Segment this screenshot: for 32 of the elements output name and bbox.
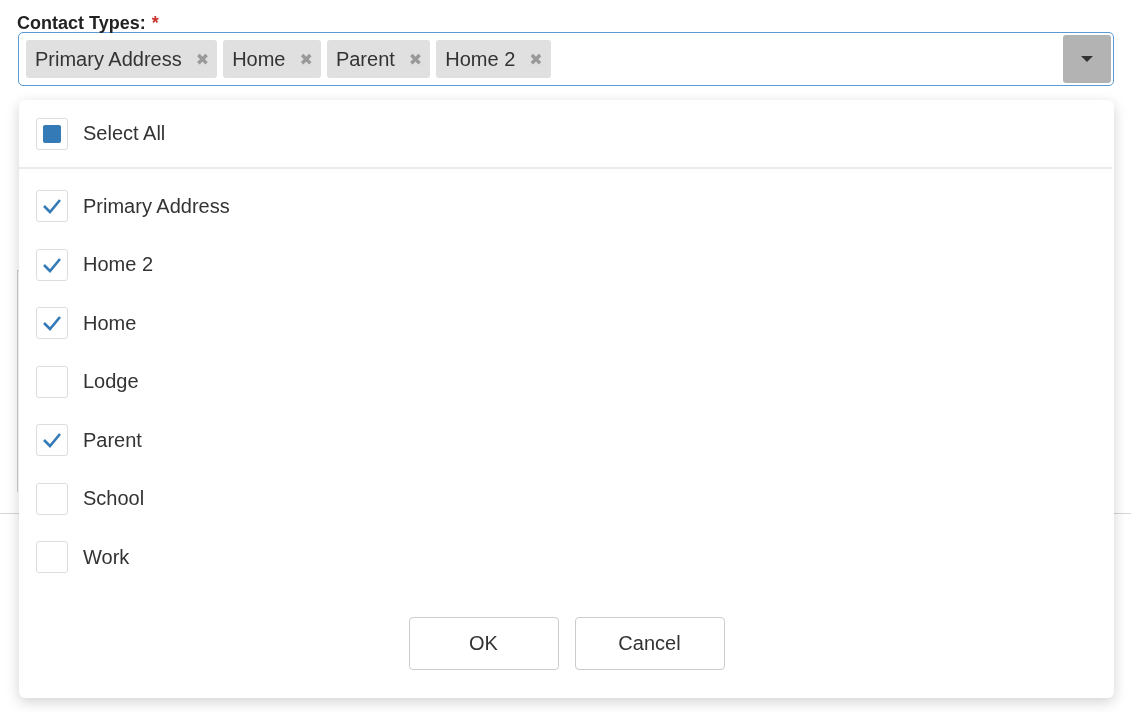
checkbox[interactable] [36,482,68,515]
option-label[interactable]: Primary Address [83,194,230,218]
checkbox[interactable] [36,117,68,150]
dropdown-toggle-button[interactable] [1063,35,1111,83]
tag-label: Parent [335,47,395,71]
cancel-button[interactable]: Cancel [574,616,725,670]
option-label[interactable]: Home [83,311,137,335]
checkbox[interactable] [36,307,68,340]
option-label[interactable]: School [83,487,145,511]
checkbox[interactable] [36,248,68,281]
checkbox[interactable] [36,424,68,457]
checkmark-icon [42,432,62,449]
checkbox[interactable] [36,365,68,398]
checkmark-icon [42,256,62,273]
option-label[interactable]: Parent [83,428,142,452]
option-label[interactable]: Home 2 [83,253,154,277]
option-label[interactable]: Lodge [83,370,139,394]
field-label: Contact Types: * [17,12,160,32]
checkmark-icon [42,315,62,332]
checkbox[interactable] [36,541,68,574]
checkbox[interactable] [36,190,68,223]
checkmark-icon [42,198,62,215]
tag-label: Home 2 [445,47,516,71]
tag-label: Home [232,47,286,71]
ok-button[interactable]: OK [408,616,559,670]
caret-icon [1081,56,1093,62]
tag-label: Primary Address [35,47,182,71]
option-label[interactable]: Select All [83,122,166,145]
indeterminate-icon [43,124,61,143]
multiselect-field[interactable]: Primary Address ✖ Home ✖ Parent ✖ Home 2 ✖ [18,32,1114,86]
option-label[interactable]: Work [83,545,130,569]
required-mark: * [151,13,159,33]
